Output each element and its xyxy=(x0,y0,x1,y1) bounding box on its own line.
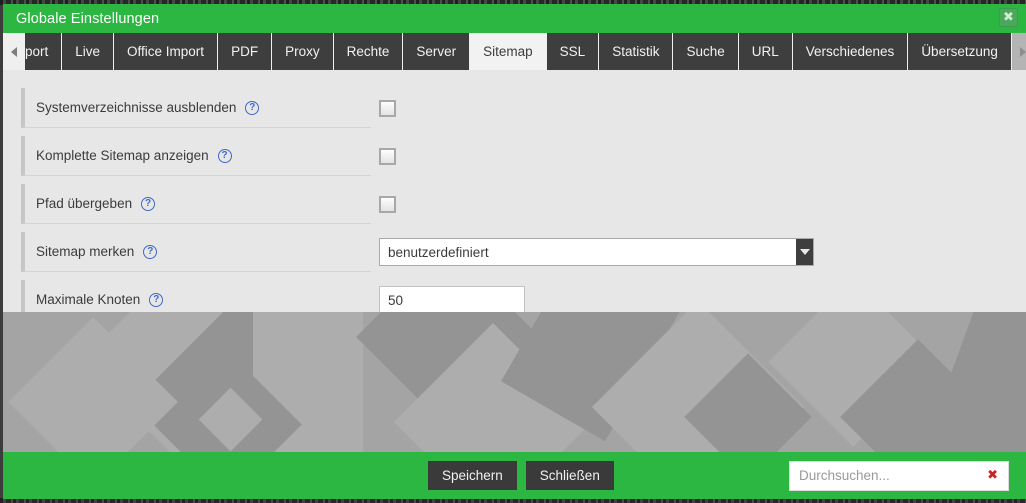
form-row-pass-path: Pfad übergeben ? xyxy=(3,180,1026,228)
close-button[interactable]: Schließen xyxy=(525,461,614,490)
arrow-left-icon xyxy=(11,46,17,57)
form-row-hide-system-directories: Systemverzeichnisse ausblenden ? xyxy=(3,84,1026,132)
field-label: Komplette Sitemap anzeigen ? xyxy=(21,136,371,176)
select-dropdown-button[interactable] xyxy=(796,239,813,265)
checkbox-hide-system-directories[interactable] xyxy=(379,99,396,117)
tab-label: Proxy xyxy=(285,44,320,59)
tab-verschiedenes[interactable]: Verschiedenes xyxy=(792,33,909,70)
select-value: benutzerdefiniert xyxy=(388,244,489,260)
tab-label: Statistik xyxy=(612,44,660,59)
tab-statistik[interactable]: Statistik xyxy=(599,33,674,70)
search-input[interactable]: Durchsuchen... ✖ xyxy=(789,460,1009,491)
field-label-text: Komplette Sitemap anzeigen xyxy=(36,148,209,163)
field-label-text: Pfad übergeben xyxy=(36,196,133,211)
settings-form: Systemverzeichnisse ausblenden ? Komplet… xyxy=(3,70,1026,320)
tab-office-import[interactable]: Office Import xyxy=(114,33,219,70)
field-label-text: Maximale Knoten xyxy=(36,292,141,307)
field-control: benutzerdefiniert xyxy=(379,238,814,266)
tab-label: Live xyxy=(75,44,101,59)
checkbox-show-complete-sitemap[interactable] xyxy=(379,147,396,165)
close-window-button[interactable]: ✖ xyxy=(999,8,1018,27)
tab-label: Rechte xyxy=(346,44,390,59)
field-label: Pfad übergeben ? xyxy=(21,184,371,224)
decorative-background xyxy=(3,312,1026,452)
clear-search-icon[interactable]: ✖ xyxy=(987,468,1008,483)
arrow-right-icon xyxy=(1019,46,1026,57)
tab-label: Übersetzung xyxy=(921,44,998,59)
form-row-show-complete-sitemap: Komplette Sitemap anzeigen ? xyxy=(3,132,1026,180)
tab-server[interactable]: Server xyxy=(403,33,471,70)
tab-suche[interactable]: Suche xyxy=(673,33,739,70)
tab-label: PDF xyxy=(231,44,259,59)
tab-label: Suche xyxy=(686,44,725,59)
tab-uebersetzung[interactable]: Übersetzung xyxy=(908,33,1012,70)
tab-rechte[interactable]: Rechte xyxy=(333,33,404,70)
tab-scroll-left-button[interactable] xyxy=(3,33,25,70)
dialog-title-bar: Globale Einstellungen ✖ xyxy=(3,4,1026,33)
global-settings-dialog: Globale Einstellungen ✖ port Live Office… xyxy=(3,4,1026,499)
field-label-text: Systemverzeichnisse ausblenden xyxy=(36,100,237,115)
tab-label: Verschiedenes xyxy=(805,44,895,59)
tab-label: Server xyxy=(416,44,457,59)
help-icon[interactable]: ? xyxy=(217,148,232,163)
field-control xyxy=(379,147,396,165)
checkbox-pass-path[interactable] xyxy=(379,195,396,213)
help-icon[interactable]: ? xyxy=(149,292,164,307)
tab-scroll-right-button[interactable] xyxy=(1011,33,1026,70)
field-label-text: Sitemap merken xyxy=(36,244,135,259)
help-icon[interactable]: ? xyxy=(141,196,156,211)
tab-proxy[interactable]: Proxy xyxy=(272,33,334,70)
tab-label: port xyxy=(25,44,49,59)
close-icon: ✖ xyxy=(1003,10,1014,25)
search-placeholder: Durchsuchen... xyxy=(799,468,890,483)
field-control xyxy=(379,99,396,117)
save-button[interactable]: Speichern xyxy=(428,461,517,490)
form-row-remember-sitemap: Sitemap merken ? benutzerdefiniert xyxy=(3,228,1026,276)
tab-label: Office Import xyxy=(127,44,205,59)
tab-sitemap[interactable]: Sitemap xyxy=(470,33,547,70)
input-max-nodes[interactable]: 50 xyxy=(379,285,525,315)
select-remember-sitemap[interactable]: benutzerdefiniert xyxy=(379,238,814,266)
tab-controls xyxy=(1011,33,1026,70)
tab-ssl[interactable]: SSL xyxy=(546,33,600,70)
tab-bar: port Live Office Import PDF Proxy Rechte… xyxy=(3,33,1026,70)
tab-label: SSL xyxy=(559,44,586,59)
page-title: Globale Einstellungen xyxy=(16,10,160,27)
field-control: 50 xyxy=(379,285,525,315)
help-icon[interactable]: ? xyxy=(143,244,158,259)
field-label: Sitemap merken ? xyxy=(21,232,371,272)
tab-label: Sitemap xyxy=(483,44,533,59)
tab-url[interactable]: URL xyxy=(738,33,793,70)
tab-pdf[interactable]: PDF xyxy=(218,33,273,70)
chevron-down-icon xyxy=(799,249,810,255)
dialog-footer: Speichern Schließen Durchsuchen... ✖ xyxy=(3,452,1026,499)
field-control xyxy=(379,195,396,213)
tab-live[interactable]: Live xyxy=(62,33,115,70)
help-icon[interactable]: ? xyxy=(245,100,260,115)
tab-label: URL xyxy=(751,44,779,59)
field-label: Systemverzeichnisse ausblenden ? xyxy=(21,88,371,128)
